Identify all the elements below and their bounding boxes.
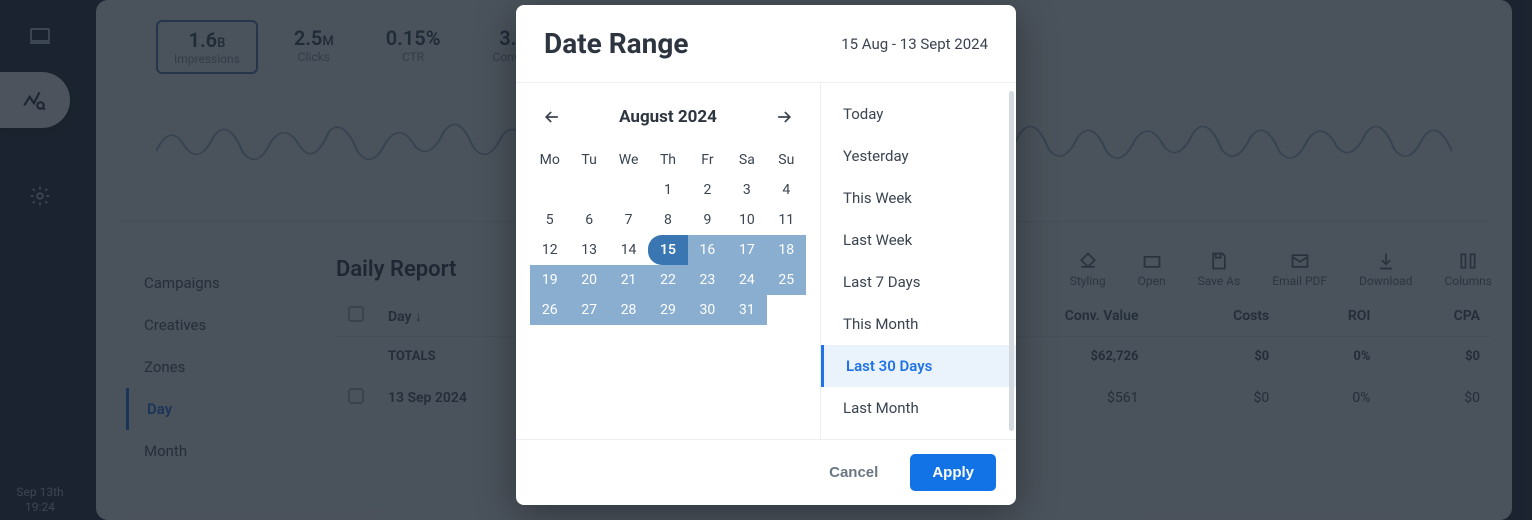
calendar: August 2024 MoTuWeThFrSaSu 1234567891011… <box>516 83 821 439</box>
calendar-day[interactable]: 21 <box>609 265 648 295</box>
calendar-day[interactable]: 30 <box>688 295 727 325</box>
weekday-label: We <box>609 145 648 175</box>
calendar-day[interactable]: 3 <box>727 175 766 205</box>
calendar-day[interactable]: 4 <box>767 175 806 205</box>
calendar-day[interactable]: 6 <box>569 205 608 235</box>
weekday-label: Mo <box>530 145 569 175</box>
calendar-month-label: August 2024 <box>619 107 717 127</box>
selected-range-text: 15 Aug - 13 Sept 2024 <box>841 35 988 53</box>
date-range-modal: Date Range 15 Aug - 13 Sept 2024 August … <box>516 5 1016 505</box>
calendar-day[interactable]: 29 <box>648 295 687 325</box>
weekday-label: Su <box>767 145 806 175</box>
calendar-day[interactable]: 23 <box>688 265 727 295</box>
calendar-day[interactable]: 8 <box>648 205 687 235</box>
calendar-day[interactable]: 31 <box>727 295 766 325</box>
preset-scrollbar[interactable] <box>1009 91 1014 431</box>
preset-last-week[interactable]: Last Week <box>821 219 1016 261</box>
calendar-day[interactable]: 28 <box>609 295 648 325</box>
calendar-day[interactable]: 1 <box>648 175 687 205</box>
preset-list: TodayYesterdayThis WeekLast WeekLast 7 D… <box>821 83 1016 439</box>
preset-last-7-days[interactable]: Last 7 Days <box>821 261 1016 303</box>
preset-today[interactable]: Today <box>821 93 1016 135</box>
calendar-day[interactable]: 15 <box>648 235 687 265</box>
weekday-label: Th <box>648 145 687 175</box>
preset-this-week[interactable]: This Week <box>821 177 1016 219</box>
calendar-day[interactable]: 11 <box>767 205 806 235</box>
calendar-day[interactable]: 2 <box>688 175 727 205</box>
preset-last-30-days[interactable]: Last 30 Days <box>821 345 1016 387</box>
calendar-day[interactable]: 22 <box>648 265 687 295</box>
calendar-day[interactable]: 10 <box>727 205 766 235</box>
calendar-day[interactable]: 20 <box>569 265 608 295</box>
calendar-day[interactable]: 7 <box>609 205 648 235</box>
next-month-arrow[interactable] <box>772 105 796 129</box>
calendar-day[interactable]: 12 <box>530 235 569 265</box>
weekday-label: Tu <box>569 145 608 175</box>
preset-yesterday[interactable]: Yesterday <box>821 135 1016 177</box>
apply-button[interactable]: Apply <box>910 454 996 491</box>
calendar-day[interactable]: 26 <box>530 295 569 325</box>
calendar-day[interactable]: 9 <box>688 205 727 235</box>
calendar-day[interactable]: 24 <box>727 265 766 295</box>
prev-month-arrow[interactable] <box>540 105 564 129</box>
calendar-day[interactable]: 27 <box>569 295 608 325</box>
calendar-day[interactable]: 17 <box>727 235 766 265</box>
calendar-day[interactable]: 18 <box>767 235 806 265</box>
calendar-day[interactable]: 19 <box>530 265 569 295</box>
modal-title: Date Range <box>544 27 841 60</box>
calendar-day[interactable]: 14 <box>609 235 648 265</box>
calendar-day[interactable]: 5 <box>530 205 569 235</box>
cancel-button[interactable]: Cancel <box>807 454 900 491</box>
calendar-day[interactable]: 25 <box>767 265 806 295</box>
preset-this-month[interactable]: This Month <box>821 303 1016 345</box>
calendar-day[interactable]: 13 <box>569 235 608 265</box>
calendar-day[interactable]: 16 <box>688 235 727 265</box>
weekday-label: Fr <box>688 145 727 175</box>
preset-last-month[interactable]: Last Month <box>821 387 1016 429</box>
weekday-label: Sa <box>727 145 766 175</box>
